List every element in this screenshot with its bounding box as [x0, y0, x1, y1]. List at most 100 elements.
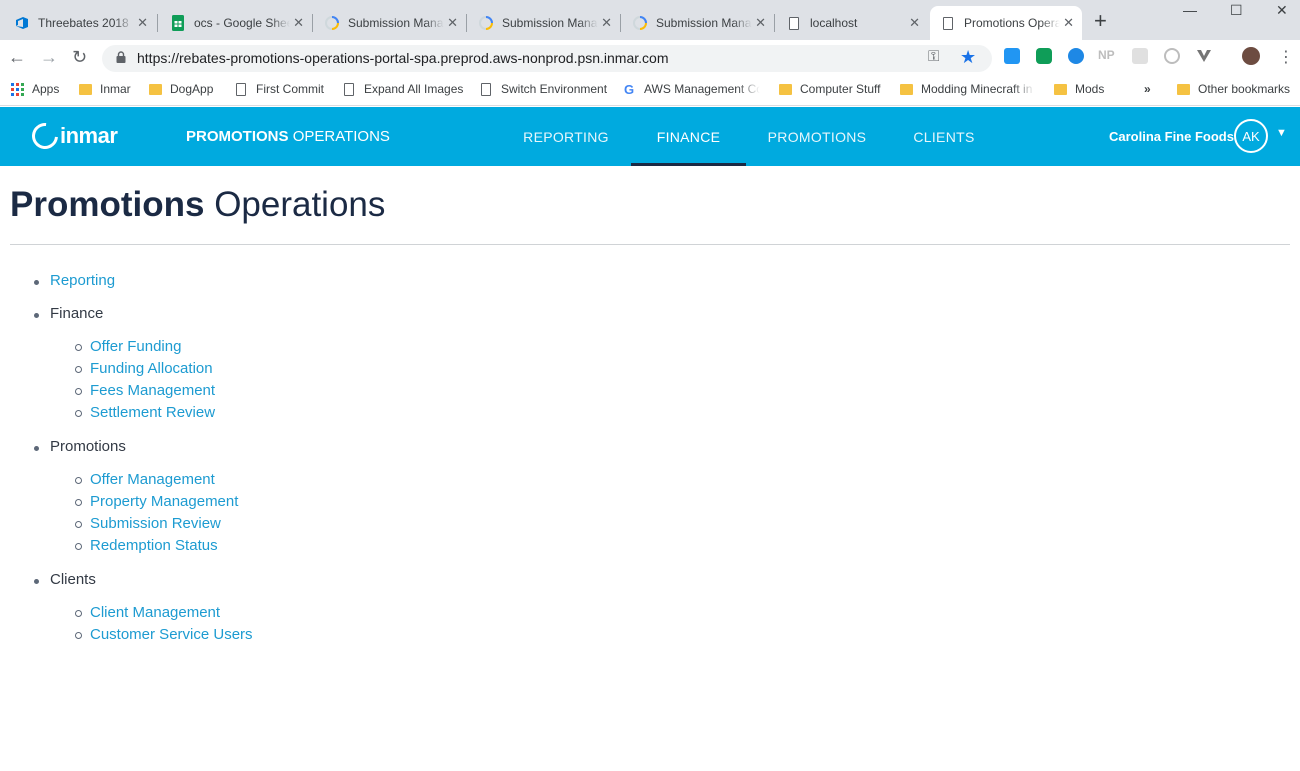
chevron-down-icon[interactable]: ▼ [1276, 127, 1287, 139]
reload-icon[interactable]: ↻ [72, 46, 87, 68]
inmar-logo[interactable]: inmar [26, 117, 118, 155]
bookmark-folder[interactable]: Modding Minecraft in [899, 82, 1035, 96]
menu-section-finance: Finance Offer Funding Funding Allocation… [0, 303, 600, 424]
tab-title: Submission Manager [348, 16, 444, 30]
nav-promotions[interactable]: PROMOTIONS [753, 107, 881, 166]
extension-globe-icon[interactable] [1068, 48, 1084, 64]
list-item: Fees Management [50, 380, 600, 402]
browser-tab[interactable]: ocs - Google Sheets ✕ [160, 6, 312, 40]
maximize-icon[interactable]: ☐ [1230, 2, 1243, 19]
bookmark-folder[interactable]: Computer Stuff [778, 82, 880, 96]
settlement-review-link[interactable]: Settlement Review [90, 404, 215, 421]
tab-title: Threebates 2018 [38, 16, 129, 30]
client-name[interactable]: Carolina Fine Foods [1109, 129, 1234, 144]
client-management-link[interactable]: Client Management [90, 604, 220, 621]
page-icon [940, 15, 956, 31]
list-item: Offer Funding [50, 336, 600, 358]
property-management-link[interactable]: Property Management [90, 493, 238, 510]
browser-tab[interactable]: Submission Manager ✕ [468, 6, 620, 40]
back-icon[interactable]: ← [8, 46, 26, 68]
key-icon[interactable]: ⚿ [928, 48, 939, 65]
extension-chat-icon[interactable] [1036, 48, 1052, 64]
tab-separator [466, 14, 467, 32]
bookmark-apps[interactable]: Apps [10, 82, 59, 96]
page-title-bold: Promotions [10, 185, 205, 224]
bookmark-label: AWS Management Console [644, 82, 760, 96]
bookmark-folder[interactable]: DogApp [148, 82, 213, 96]
app-title-light: OPERATIONS [292, 128, 390, 145]
window-close-icon[interactable]: ✕ [1276, 2, 1288, 19]
nav-reporting[interactable]: REPORTING [502, 107, 630, 166]
bookmark-page[interactable]: Switch Environment [479, 82, 607, 96]
submission-review-link[interactable]: Submission Review [90, 515, 221, 532]
list-item: Funding Allocation [50, 358, 600, 380]
close-icon[interactable]: ✕ [447, 15, 458, 31]
loading-spinner-icon [632, 15, 648, 31]
bookmark-label: Mods [1075, 82, 1105, 96]
redemption-status-link[interactable]: Redemption Status [90, 537, 218, 554]
loading-spinner-icon [324, 15, 340, 31]
extension-grid-icon[interactable] [1132, 48, 1148, 64]
nav-finance[interactable]: FINANCE [631, 107, 746, 166]
bookmark-page[interactable]: G AWS Management Console [622, 82, 760, 97]
bookmarks-overflow-button[interactable]: » [1144, 82, 1151, 96]
customer-service-users-link[interactable]: Customer Service Users [90, 626, 253, 643]
menu-section-clients: Clients Client Management Customer Servi… [0, 569, 600, 646]
list-item: Customer Service Users [50, 624, 600, 646]
list-item: Client Management [50, 602, 600, 624]
list-item: Submission Review [50, 513, 600, 535]
new-tab-icon[interactable]: + [1094, 10, 1107, 32]
browser-menu-icon[interactable]: ⋮ [1278, 47, 1294, 67]
bookmark-folder[interactable]: Mods [1053, 82, 1104, 96]
bookmark-label: Expand All Images [364, 82, 464, 96]
app-title-bold: PROMOTIONS [186, 128, 289, 145]
bookmark-label: Computer Stuff [800, 82, 881, 96]
tab-title: Submission Manager [502, 16, 598, 30]
forward-icon[interactable]: → [40, 46, 58, 68]
reporting-link[interactable]: Reporting [50, 270, 600, 292]
close-icon[interactable]: ✕ [909, 15, 920, 31]
close-icon[interactable]: ✕ [293, 15, 304, 31]
tab-title: Promotions Operations [964, 16, 1060, 30]
close-icon[interactable]: ✕ [755, 15, 766, 31]
browser-tab-active[interactable]: Promotions Operations ✕ [930, 6, 1082, 40]
fees-management-link[interactable]: Fees Management [90, 382, 215, 399]
minimize-icon[interactable]: — [1183, 2, 1197, 18]
address-bar[interactable]: https://rebates-promotions-operations-po… [102, 45, 992, 72]
bookmark-folder[interactable]: Other bookmarks [1176, 82, 1290, 96]
browser-tab[interactable]: Threebates 2018 ✕ [4, 6, 156, 40]
url-text: https://rebates-promotions-operations-po… [137, 50, 669, 66]
bookmark-star-icon[interactable]: ★ [960, 47, 976, 68]
browser-tab[interactable]: localhost ✕ [776, 6, 928, 40]
browser-tab[interactable]: Submission Manager ✕ [622, 6, 774, 40]
user-avatar[interactable]: AK [1234, 119, 1268, 153]
browser-tab[interactable]: Submission Manager ✕ [314, 6, 466, 40]
funding-allocation-link[interactable]: Funding Allocation [90, 360, 213, 377]
extension-np-icon[interactable]: NP [1098, 48, 1118, 64]
bookmark-folder[interactable]: Inmar [78, 82, 131, 96]
folder-icon [148, 82, 162, 96]
bookmark-page[interactable]: First Commit [234, 82, 324, 96]
page-icon [479, 82, 493, 96]
close-icon[interactable]: ✕ [1063, 15, 1074, 31]
logo-ring-icon [26, 117, 64, 155]
bookmark-page[interactable]: Expand All Images [342, 82, 463, 96]
extension-circle-icon[interactable] [1164, 48, 1180, 64]
clients-heading: Clients [50, 571, 96, 588]
offer-funding-link[interactable]: Offer Funding [90, 338, 181, 355]
app-header: inmar PROMOTIONS OPERATIONS REPORTING FI… [0, 107, 1300, 166]
close-icon[interactable]: ✕ [601, 15, 612, 31]
folder-icon [1053, 82, 1067, 96]
nav-clients[interactable]: CLIENTS [888, 107, 1000, 166]
list-item: Redemption Status [50, 535, 600, 557]
extension-calendar-icon[interactable] [1004, 48, 1020, 64]
tab-separator [157, 14, 158, 32]
lock-icon [116, 51, 126, 66]
close-icon[interactable]: ✕ [137, 15, 148, 31]
tab-title: ocs - Google Sheets [194, 16, 290, 30]
menu-item-reporting: Reporting [0, 270, 600, 292]
offer-management-link[interactable]: Offer Management [90, 471, 215, 488]
extension-vimium-icon[interactable] [1196, 48, 1212, 64]
profile-avatar-icon[interactable] [1242, 47, 1260, 65]
page-icon [786, 15, 802, 31]
